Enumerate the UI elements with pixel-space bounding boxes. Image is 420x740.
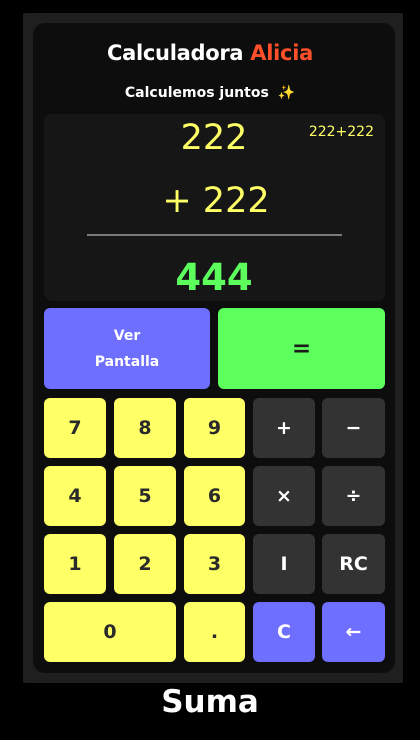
second-operand: + 222 [162,181,270,221]
operation-caption: Suma [161,684,259,720]
divide-button[interactable]: ÷ [322,466,385,526]
key-7[interactable]: 7 [44,398,106,458]
result-divider [87,234,342,236]
multiply-button[interactable]: × [253,466,315,526]
equals-button[interactable]: = [218,308,385,389]
subtitle-text: Calculemos juntos [124,85,269,101]
expression-readout: 222+222 [308,124,374,140]
title-main: Calculadora [107,41,244,65]
title-accent: Alicia [250,41,313,65]
view-button-line2: Pantalla [94,353,160,370]
clear-button[interactable]: C [253,602,315,662]
app-subtitle: Calculemos juntos ✨ [0,85,420,101]
key-5[interactable]: 5 [114,466,176,526]
view-button-line1: Ver [113,327,141,344]
key-6[interactable]: 6 [184,466,245,526]
key-4[interactable]: 4 [44,466,106,526]
backspace-button[interactable]: ← [322,602,385,662]
key-2[interactable]: 2 [114,534,176,594]
add-button[interactable]: + [253,398,315,458]
square-root-button[interactable]: RC [322,534,385,594]
key-8[interactable]: 8 [114,398,176,458]
sparkles-icon: ✨ [277,85,296,101]
key-1[interactable]: 1 [44,534,106,594]
app-title: Calculadora Alicia [0,41,420,65]
integer-button[interactable]: I [253,534,315,594]
subtract-button[interactable]: − [322,398,385,458]
result-value: 444 [175,256,253,299]
key-3[interactable]: 3 [184,534,245,594]
key-9[interactable]: 9 [184,398,245,458]
view-screen-button[interactable]: Ver Pantalla [44,308,210,389]
decimal-point-button[interactable]: . [184,602,245,662]
key-0[interactable]: 0 [44,602,176,662]
